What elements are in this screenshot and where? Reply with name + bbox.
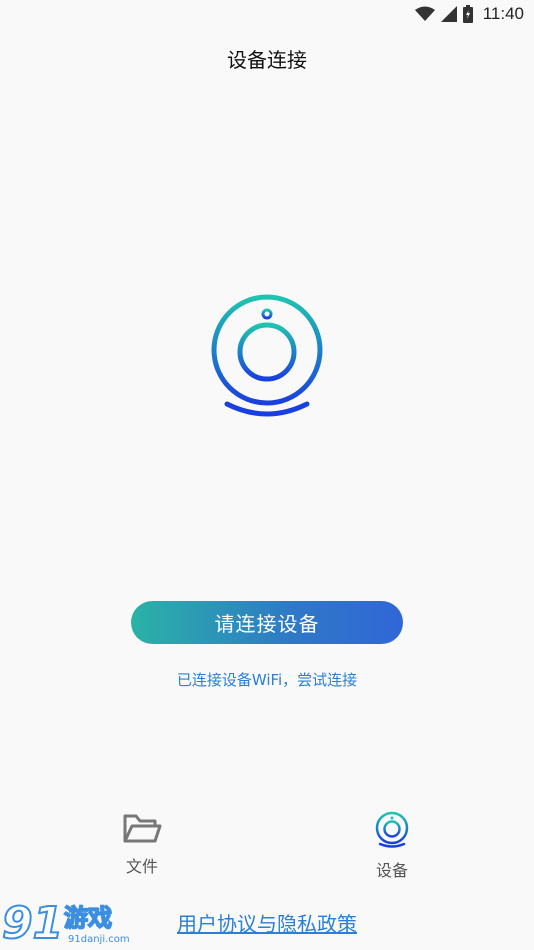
connect-device-button[interactable]: 请连接设备 <box>131 601 403 644</box>
svg-text:游戏: 游戏 <box>64 904 112 932</box>
page-title: 设备连接 <box>227 48 307 72</box>
bottom-nav: 文件 设备 <box>0 805 534 885</box>
watermark-logo: 91 游戏 91danji.com <box>2 897 130 948</box>
svg-text:91: 91 <box>2 898 63 948</box>
nav-item-files[interactable]: 文件 <box>82 805 202 877</box>
status-bar: 11:40 <box>0 0 534 28</box>
battery-icon <box>462 5 473 23</box>
camera-device-icon <box>211 294 323 417</box>
folder-icon <box>123 814 162 843</box>
camera-device-icon <box>375 811 409 848</box>
wifi-connect-link[interactable]: 已连接设备WiFi，尝试连接 <box>0 669 534 690</box>
signal-icon <box>440 6 457 22</box>
status-icons: 11:40 <box>414 4 524 24</box>
nav-item-device[interactable]: 设备 <box>332 805 452 881</box>
status-time: 11:40 <box>482 4 524 23</box>
nav-label-files: 文件 <box>125 857 158 876</box>
svg-text:91danji.com: 91danji.com <box>68 934 130 945</box>
wifi-icon <box>414 6 435 21</box>
nav-label-device: 设备 <box>375 861 408 880</box>
